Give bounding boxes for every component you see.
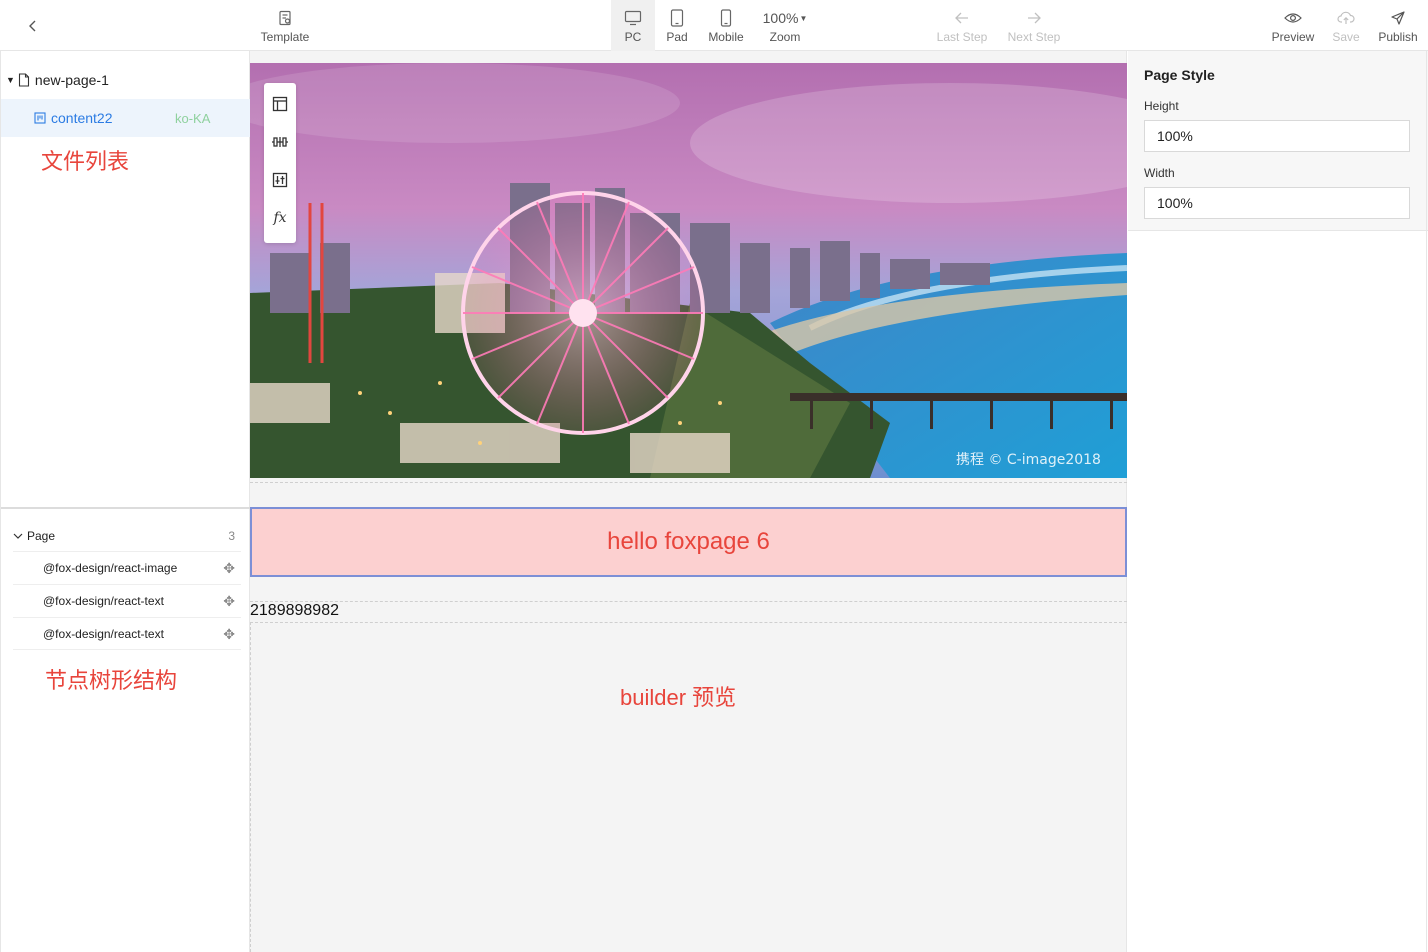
hero-image[interactable]: 携程 © C-image2018 xyxy=(250,63,1127,478)
structure-tool-button[interactable] xyxy=(264,85,296,123)
tree-node[interactable]: @fox-design/react-image ✥ xyxy=(13,551,241,584)
panel-divider[interactable] xyxy=(1,507,250,509)
chevron-down-icon xyxy=(13,533,23,539)
back-button[interactable] xyxy=(20,13,46,39)
tree-node[interactable]: @fox-design/react-text ✥ xyxy=(13,617,241,650)
content-icon xyxy=(34,112,46,124)
tree-node-label: @fox-design/react-text xyxy=(43,594,164,608)
chevron-left-icon xyxy=(29,20,36,32)
zoom-select[interactable]: 100% ▼ Zoom xyxy=(756,0,814,51)
width-input[interactable]: 100% xyxy=(1144,187,1410,219)
page-style-title: Page Style xyxy=(1144,67,1215,83)
next-step-label: Next Step xyxy=(1007,30,1061,44)
tree-root-page[interactable]: Page 3 xyxy=(13,521,241,551)
layout-icon xyxy=(272,96,288,112)
tree-root-count: 3 xyxy=(228,529,235,543)
template-button[interactable]: Template xyxy=(255,0,315,51)
send-icon xyxy=(1391,11,1405,25)
template-label: Template xyxy=(260,30,310,44)
tree-node-label: @fox-design/react-text xyxy=(43,627,164,641)
component-boundary xyxy=(250,482,1127,483)
caret-down-icon: ▼ xyxy=(6,75,15,85)
function-icon: fx xyxy=(273,210,287,226)
file-list-annotation: 文件列表 xyxy=(41,149,130,174)
file-child-name: content22 xyxy=(51,110,113,126)
tablet-icon xyxy=(670,9,684,27)
desktop-icon xyxy=(624,10,642,26)
cloud-upload-icon xyxy=(1337,11,1355,24)
zoom-value: 100% xyxy=(762,10,799,26)
variable-tool-button[interactable] xyxy=(264,123,296,161)
sliders-icon xyxy=(272,137,288,147)
width-label: Width xyxy=(1144,166,1175,180)
zoom-label: Zoom xyxy=(769,30,801,44)
device-mobile-button[interactable]: Mobile xyxy=(702,0,750,51)
tree-node[interactable]: @fox-design/react-text ✥ xyxy=(13,584,241,617)
top-toolbar: Template PC Pad Mobile 100% ▼ Zoom Last S… xyxy=(0,0,1428,51)
save-button[interactable]: Save xyxy=(1326,0,1366,51)
canvas-left-border xyxy=(250,622,251,952)
file-tree-root[interactable]: ▼ new-page-1 xyxy=(1,61,250,99)
pc-label: PC xyxy=(624,30,642,44)
locale-tag: ko-KA xyxy=(175,110,211,126)
drag-handle-icon[interactable]: ✥ xyxy=(223,626,235,643)
image-watermark: 携程 © C-image2018 xyxy=(956,452,1101,468)
last-step-button[interactable]: Last Step xyxy=(930,0,994,51)
city-beach-image: 携程 © C-image2018 xyxy=(250,63,1127,478)
height-input[interactable]: 100% xyxy=(1144,120,1410,152)
template-icon xyxy=(279,10,291,26)
device-pad-button[interactable]: Pad xyxy=(656,0,698,51)
height-label: Height xyxy=(1144,99,1179,113)
device-pc-button[interactable]: PC xyxy=(611,0,655,51)
tree-divider xyxy=(13,649,241,650)
drag-handle-icon[interactable]: ✥ xyxy=(223,593,235,610)
right-edge-border xyxy=(1426,51,1427,952)
page-style-panel: Page Style Height 100% Width 100% xyxy=(1128,51,1428,231)
mobile-icon xyxy=(720,9,732,27)
text-component-selected[interactable]: hello foxpage 6 xyxy=(250,507,1127,577)
number-text-component[interactable]: 2189898982 xyxy=(250,602,339,620)
adjust-icon xyxy=(272,172,288,188)
right-panel-empty xyxy=(1128,231,1428,952)
component-boundary xyxy=(250,622,1127,623)
publish-label: Publish xyxy=(1378,30,1418,44)
file-root-name: new-page-1 xyxy=(34,72,109,88)
preview-label: Preview xyxy=(1271,30,1315,44)
pad-label: Pad xyxy=(666,30,688,44)
file-icon xyxy=(18,73,29,87)
builder-canvas[interactable]: 携程 © C-image2018 fx hello foxpage 6 2189… xyxy=(250,51,1127,952)
builder-preview-annotation: builder 预览 xyxy=(620,685,737,710)
mobile-label: Mobile xyxy=(708,30,744,44)
caret-down-icon: ▼ xyxy=(799,13,808,23)
drag-handle-icon[interactable]: ✥ xyxy=(223,560,235,577)
floating-toolbox: fx xyxy=(264,83,296,243)
save-label: Save xyxy=(1332,30,1360,44)
last-step-label: Last Step xyxy=(936,30,988,44)
eye-icon xyxy=(1284,13,1302,23)
publish-button[interactable]: Publish xyxy=(1372,0,1424,51)
arrow-right-icon xyxy=(1028,12,1041,24)
arrow-left-icon xyxy=(955,12,968,24)
node-tree-annotation: 节点树形结构 xyxy=(45,668,178,693)
left-panel: ▼ new-page-1 content22 ko-KA 文件列表 Page 3… xyxy=(0,51,250,952)
tree-root-label: Page xyxy=(27,529,56,543)
next-step-button[interactable]: Next Step xyxy=(1001,0,1067,51)
component-boundary xyxy=(250,601,1127,602)
condition-tool-button[interactable] xyxy=(264,161,296,199)
hello-text: hello foxpage 6 xyxy=(607,528,770,555)
file-tree-item-content[interactable]: content22 ko-KA xyxy=(1,99,250,137)
preview-button[interactable]: Preview xyxy=(1266,0,1320,51)
function-tool-button[interactable]: fx xyxy=(264,199,296,237)
tree-node-label: @fox-design/react-image xyxy=(43,561,178,575)
